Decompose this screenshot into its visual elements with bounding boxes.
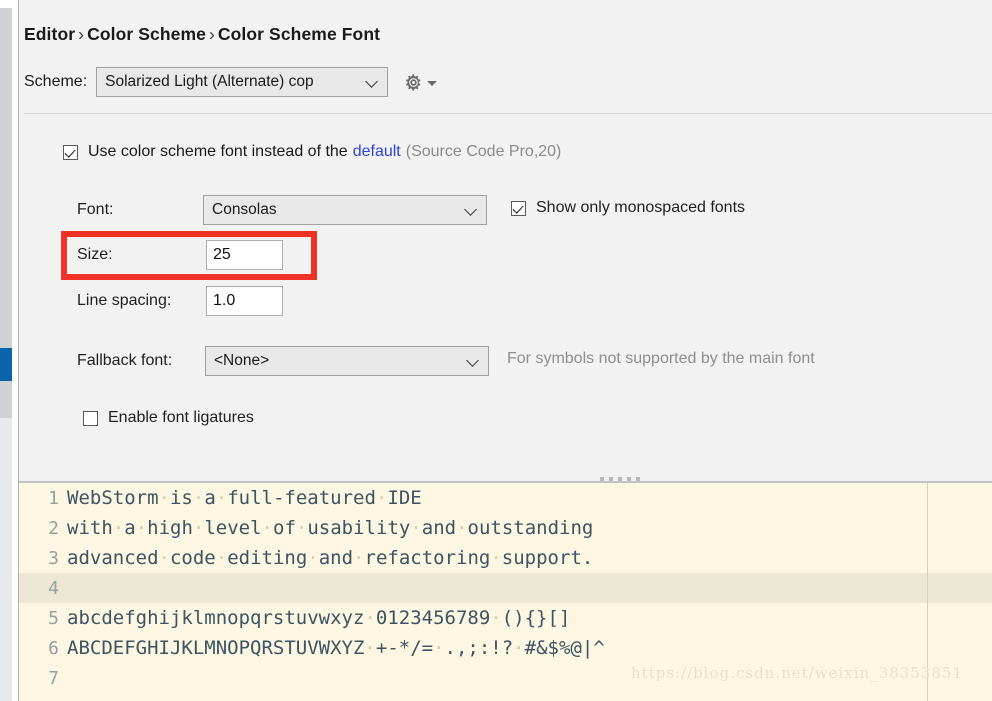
chevron-down-icon <box>427 81 437 86</box>
scheme-dropdown[interactable]: Solarized Light (Alternate) cop <box>96 67 388 97</box>
breadcrumb: Editor›Color Scheme›Color Scheme Font <box>24 24 380 45</box>
font-row: Font: Consolas <box>77 195 487 225</box>
splitter-grip-handle[interactable] <box>600 476 640 481</box>
enable-font-ligatures-label: Enable font ligatures <box>108 409 254 427</box>
code-text: WebStorm·is·a·full-featured·IDE <box>67 487 422 509</box>
breadcrumb-item-color-scheme[interactable]: Color Scheme <box>87 24 206 44</box>
scheme-label: Scheme: <box>24 73 87 91</box>
grip-dot <box>618 477 622 481</box>
font-label: Font: <box>77 201 203 219</box>
size-label: Size: <box>77 246 206 264</box>
code-line: 5abcdefghijklmnopqrstuvwxyz·0123456789·(… <box>19 603 992 633</box>
code-line: 3advanced·code·editing·and·refactoring·s… <box>19 543 992 573</box>
code-line: 1WebStorm·is·a·full-featured·IDE <box>19 483 992 513</box>
chevron-down-icon <box>466 204 477 215</box>
default-font-link[interactable]: default <box>353 143 401 161</box>
line-spacing-input-value: 1.0 <box>213 292 235 310</box>
grip-dot <box>636 477 640 481</box>
chevron-down-icon <box>367 76 378 87</box>
fallback-font-dropdown[interactable]: <None> <box>205 346 489 376</box>
breadcrumb-item-color-scheme-font: Color Scheme Font <box>218 24 380 44</box>
line-spacing-input[interactable]: 1.0 <box>206 286 283 316</box>
scheme-dropdown-value: Solarized Light (Alternate) cop <box>105 73 355 91</box>
fallback-font-row: Fallback font: <None> <box>77 346 489 376</box>
font-dropdown[interactable]: Consolas <box>203 195 487 225</box>
code-text: ABCDEFGHIJKLMNOPQRSTUVWXYZ·+-*/=·.,;:!?·… <box>67 637 605 659</box>
size-row: Size: 25 <box>77 240 283 270</box>
breadcrumb-separator-1: › <box>75 24 87 44</box>
code-text: with·a·high·level·of·usability·and·outst… <box>67 517 593 539</box>
default-font-detail: (Source Code Pro,20) <box>406 143 562 161</box>
breadcrumb-separator-2: › <box>206 24 218 44</box>
gear-icon <box>404 73 423 92</box>
watermark-text: https://blog.csdn.net/weixin_38353851 <box>631 664 963 682</box>
use-color-scheme-font-row[interactable]: Use color scheme font instead of the def… <box>63 143 561 161</box>
grip-dot <box>627 477 631 481</box>
line-number: 3 <box>19 548 67 569</box>
scheme-settings-button[interactable] <box>404 73 437 92</box>
scrollbar-thumb[interactable] <box>0 348 12 381</box>
code-text: abcdefghijklmnopqrstuvwxyz·0123456789·()… <box>67 607 570 629</box>
code-lines-container: 1WebStorm·is·a·full-featured·IDE2with·a·… <box>19 483 992 693</box>
use-color-scheme-font-checkbox[interactable] <box>63 145 78 160</box>
show-only-monospaced-checkbox[interactable] <box>511 201 526 216</box>
code-text: advanced·code·editing·and·refactoring·su… <box>67 547 593 569</box>
fallback-font-dropdown-value: <None> <box>214 352 464 370</box>
line-spacing-row: Line spacing: 1.0 <box>77 286 283 316</box>
size-input-value: 25 <box>213 246 231 264</box>
line-number: 1 <box>19 488 67 509</box>
line-number: 5 <box>19 608 67 629</box>
code-line: 4 <box>19 573 992 603</box>
fallback-font-hint: For symbols not supported by the main fo… <box>507 350 815 368</box>
grip-dot <box>609 477 613 481</box>
fallback-font-label: Fallback font: <box>77 352 205 370</box>
code-line: 2with·a·high·level·of·usability·and·outs… <box>19 513 992 543</box>
settings-tree-scrollbar[interactable] <box>0 0 12 701</box>
scrollbar-track-lower[interactable] <box>0 381 12 418</box>
line-number: 2 <box>19 518 67 539</box>
scrollbar-track-upper[interactable] <box>0 8 12 348</box>
color-scheme-font-panel: Editor›Color Scheme›Color Scheme Font Sc… <box>19 0 992 701</box>
section-divider <box>24 113 992 114</box>
breadcrumb-item-editor[interactable]: Editor <box>24 24 75 44</box>
use-color-scheme-font-label: Use color scheme font instead of the <box>88 143 348 161</box>
line-spacing-label: Line spacing: <box>77 292 206 310</box>
scrollbar-track-tail[interactable] <box>0 418 12 701</box>
line-number: 7 <box>19 668 67 689</box>
line-number: 4 <box>19 578 67 599</box>
font-dropdown-value: Consolas <box>212 201 462 219</box>
show-only-monospaced-row[interactable]: Show only monospaced fonts <box>511 199 745 217</box>
line-number: 6 <box>19 638 67 659</box>
chevron-down-icon <box>468 355 479 366</box>
enable-font-ligatures-row[interactable]: Enable font ligatures <box>83 409 254 427</box>
grip-dot <box>600 477 604 481</box>
size-input[interactable]: 25 <box>206 240 283 270</box>
code-line: 6ABCDEFGHIJKLMNOPQRSTUVWXYZ·+-*/=·.,;:!?… <box>19 633 992 663</box>
enable-font-ligatures-checkbox[interactable] <box>83 411 98 426</box>
show-only-monospaced-label: Show only monospaced fonts <box>536 199 745 217</box>
scheme-row: Scheme: Solarized Light (Alternate) cop <box>24 66 437 98</box>
